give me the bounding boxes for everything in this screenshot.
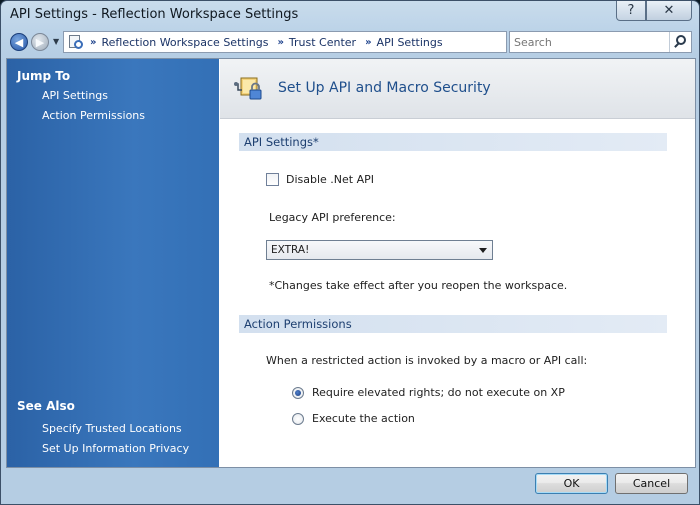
execute-action-label[interactable]: Execute the action (312, 412, 415, 425)
back-arrow-icon: ◀ (14, 35, 24, 49)
jump-to-heading: Jump To (17, 69, 71, 83)
close-icon: ✕ (663, 3, 675, 18)
search-box (509, 31, 692, 53)
sidebar-link-trusted-locations[interactable]: Specify Trusted Locations (42, 422, 182, 435)
content-frame: Jump To API Settings Action Permissions … (6, 58, 696, 468)
disable-net-api-label[interactable]: Disable .Net API (286, 173, 374, 186)
legacy-api-preference-value: EXTRA! (271, 244, 310, 256)
cancel-button[interactable]: Cancel (615, 473, 688, 494)
help-icon: ? (627, 3, 635, 18)
breadcrumb-item-api-settings[interactable]: API Settings (377, 36, 443, 49)
recent-pages-dropdown-icon[interactable]: ▼ (53, 37, 59, 46)
close-button[interactable]: ✕ (646, 1, 692, 21)
sidebar-link-action-permissions[interactable]: Action Permissions (42, 109, 145, 122)
help-button[interactable]: ? (616, 1, 646, 21)
dialog-window: API Settings - Reflection Workspace Sett… (0, 0, 700, 505)
sidebar: Jump To API Settings Action Permissions … (7, 59, 219, 467)
require-elevated-rights-label[interactable]: Require elevated rights; do not execute … (312, 386, 565, 399)
api-security-icon (234, 77, 262, 100)
breadcrumb: » Reflection Workspace Settings » Trust … (63, 31, 507, 53)
breadcrumb-item-trust-center[interactable]: Trust Center (289, 36, 356, 49)
main-panel: Set Up API and Macro Security API Settin… (220, 59, 695, 467)
window-title: API Settings - Reflection Workspace Sett… (10, 7, 299, 22)
breadcrumb-separator-icon[interactable]: » (90, 37, 97, 48)
disable-net-api-checkbox[interactable] (266, 173, 279, 186)
settings-page-icon (68, 34, 84, 50)
page-title: Set Up API and Macro Security (278, 80, 491, 96)
breadcrumb-separator-icon[interactable]: » (277, 37, 284, 48)
legacy-api-preference-select[interactable]: EXTRA! (266, 240, 493, 260)
breadcrumb-separator-icon[interactable]: » (365, 37, 372, 48)
require-elevated-rights-radio[interactable] (292, 387, 304, 399)
ok-button[interactable]: OK (535, 473, 608, 494)
search-button[interactable] (669, 32, 691, 52)
action-permissions-prompt: When a restricted action is invoked by a… (266, 354, 588, 367)
forward-button[interactable]: ▶ (31, 33, 49, 51)
chevron-down-icon (479, 248, 487, 253)
execute-action-radio[interactable] (292, 413, 304, 425)
action-permissions-section-header: Action Permissions (239, 315, 667, 333)
sidebar-link-information-privacy[interactable]: Set Up Information Privacy (42, 442, 189, 455)
legacy-api-preference-label: Legacy API preference: (269, 211, 396, 224)
navigation-bar: ◀ ▶ ▼ » Reflection Workspace Settings » … (6, 30, 696, 56)
api-settings-section-header: API Settings* (239, 133, 667, 151)
reopen-note: *Changes take effect after you reopen th… (269, 279, 568, 292)
page-header: Set Up API and Macro Security (220, 59, 695, 119)
search-input[interactable] (510, 32, 668, 52)
title-bar: API Settings - Reflection Workspace Sett… (1, 1, 699, 29)
back-button[interactable]: ◀ (10, 33, 28, 51)
see-also-heading: See Also (17, 399, 75, 413)
sidebar-link-api-settings[interactable]: API Settings (42, 89, 108, 102)
forward-arrow-icon: ▶ (35, 35, 45, 49)
breadcrumb-item-workspace-settings[interactable]: Reflection Workspace Settings (101, 36, 268, 49)
